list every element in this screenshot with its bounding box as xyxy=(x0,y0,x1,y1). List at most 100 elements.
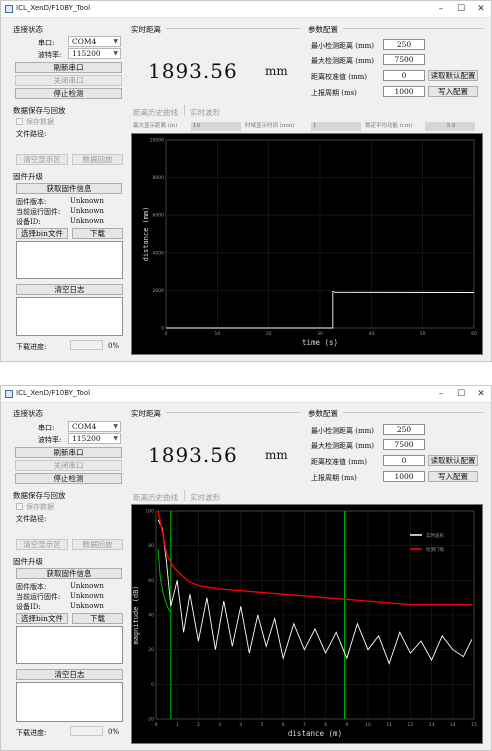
save-data-checkbox[interactable] xyxy=(16,503,23,510)
smooth-label: 稳定平均功能 (cm) xyxy=(365,123,413,129)
running-firmware-value: Unknown xyxy=(70,207,104,215)
tab-wave[interactable]: 实时波形 xyxy=(190,492,220,503)
read-default-button[interactable]: 读取默认配置 xyxy=(428,455,478,466)
chevron-down-icon: ▼ xyxy=(113,423,118,430)
get-firmware-info-button[interactable]: 获取固件信息 xyxy=(16,568,122,579)
firmware-textarea[interactable] xyxy=(16,626,123,664)
y-tick-label: 2000 xyxy=(153,288,165,294)
clear-log-button[interactable]: 清空日志 xyxy=(16,284,123,295)
save-data-label: 保存数据 xyxy=(26,118,54,126)
calibration-input[interactable]: 0 xyxy=(383,455,425,466)
download-button[interactable]: 下载 xyxy=(72,228,123,239)
x-tick-label: 2 xyxy=(197,722,200,728)
save-data-label: 保存数据 xyxy=(26,503,54,511)
distance-history-chart: 0 10 20 30 40 50 60 10000 8000 6000 4000 2000 0 time … xyxy=(131,133,483,355)
port-label: 串口: xyxy=(38,39,55,47)
port-select[interactable]: COM4 ▼ xyxy=(68,36,121,47)
firmware-version-value: Unknown xyxy=(70,582,104,590)
x-tick-label: 8 xyxy=(324,722,327,728)
write-config-button[interactable]: 写入配置 xyxy=(428,86,478,97)
max-distance-input[interactable]: 7500 xyxy=(383,54,425,65)
legend-label: 检测门限 xyxy=(426,546,444,553)
report-period-input[interactable]: 1000 xyxy=(383,471,425,482)
realtime-wave-svg: 0 1 2 3 4 5 6 7 8 9 10 11 12 13 14 15100806040200-20dis… xyxy=(132,509,477,739)
port-select[interactable]: COM4 ▼ xyxy=(68,421,121,432)
realtime-distance-unit: mm xyxy=(265,64,288,78)
log-textarea[interactable] xyxy=(16,297,123,336)
x-tick-label: 50 xyxy=(420,331,426,337)
tab-divider xyxy=(184,105,185,116)
baud-label: 波特率: xyxy=(38,51,62,59)
smooth-input[interactable]: 5.9 xyxy=(425,122,475,131)
replay-button[interactable]: 数据回放 xyxy=(72,539,123,550)
x-tick-label: 30 xyxy=(317,331,323,337)
title-bar: ICL_XenD/F10BY_Tool – ☐ ✕ xyxy=(1,1,491,18)
running-firmware-label: 当前运行固件: xyxy=(16,593,61,601)
plot-param-row: 最大显示距离 (m) 10 时域显示时间 (min) 1 稳定平均功能 (cm)… xyxy=(133,122,483,131)
tab-history[interactable]: 距离历史曲线 xyxy=(133,107,178,118)
select-bin-button[interactable]: 选择bin文件 xyxy=(16,613,68,624)
close-port-button[interactable]: 关闭串口 xyxy=(15,460,122,471)
realtime-distance-value: 1893.56 xyxy=(148,59,238,83)
realtime-group-border xyxy=(166,28,301,29)
min-distance-input[interactable]: 250 xyxy=(383,39,425,50)
calibration-label: 距离校准值 (mm) xyxy=(311,458,367,466)
calibration-input[interactable]: 0 xyxy=(383,70,425,81)
select-bin-button[interactable]: 选择bin文件 xyxy=(16,228,68,239)
max-distance-input[interactable]: 7500 xyxy=(383,439,425,450)
tab-history[interactable]: 距离历史曲线 xyxy=(133,492,178,503)
x-tick-label: 5 xyxy=(261,722,264,728)
x-tick-label: 15 xyxy=(471,722,477,728)
download-button[interactable]: 下载 xyxy=(72,613,123,624)
tab-wave[interactable]: 实时波形 xyxy=(190,107,220,118)
report-period-input[interactable]: 1000 xyxy=(383,86,425,97)
min-distance-input[interactable]: 250 xyxy=(383,424,425,435)
x-tick-label: 1 xyxy=(176,722,179,728)
realtime-group-border xyxy=(166,412,301,413)
y-tick-label: 60 xyxy=(148,578,154,584)
app-icon xyxy=(5,390,13,398)
clear-log-button[interactable]: 清空日志 xyxy=(16,669,123,680)
maximize-button[interactable]: ☐ xyxy=(453,388,469,400)
time-display-input[interactable]: 1 xyxy=(311,122,361,131)
baud-select[interactable]: 115200 ▼ xyxy=(68,433,121,444)
download-progress-value: 0% xyxy=(108,342,120,350)
baud-select[interactable]: 115200 ▼ xyxy=(68,48,121,59)
max-display-distance-input[interactable]: 10 xyxy=(191,122,241,131)
y-tick-label: 0 xyxy=(151,682,154,688)
clear-display-button[interactable]: 清空显示区 xyxy=(16,154,68,165)
stop-detect-button[interactable]: 停止检测 xyxy=(15,88,122,99)
stop-detect-button[interactable]: 停止检测 xyxy=(15,473,122,484)
connect-group-title: 连接状态 xyxy=(13,409,43,418)
refresh-port-button[interactable]: 刷新串口 xyxy=(15,447,122,458)
params-group-title: 参数配置 xyxy=(308,25,338,34)
x-axis-label: distance (m) xyxy=(288,729,342,738)
device-id-label: 设备ID: xyxy=(16,218,41,226)
replay-button[interactable]: 数据回放 xyxy=(72,154,123,165)
y-tick-label: 100 xyxy=(145,509,154,515)
chevron-down-icon: ▼ xyxy=(113,38,118,45)
get-firmware-info-button[interactable]: 获取固件信息 xyxy=(16,183,122,194)
maximize-button[interactable]: ☐ xyxy=(453,3,469,15)
refresh-port-button[interactable]: 刷新串口 xyxy=(15,62,122,73)
y-tick-label: 10000 xyxy=(150,138,164,144)
read-default-button[interactable]: 读取默认配置 xyxy=(428,70,478,81)
log-textarea[interactable] xyxy=(16,682,123,722)
clear-display-button[interactable]: 清空显示区 xyxy=(16,539,68,550)
chevron-down-icon: ▼ xyxy=(113,435,118,442)
baud-label: 波特率: xyxy=(38,436,62,444)
y-tick-label: -20 xyxy=(147,717,154,723)
write-config-button[interactable]: 写入配置 xyxy=(428,471,478,482)
save-group-title: 数据保存与回放 xyxy=(13,106,66,115)
download-progress-label: 下载进度: xyxy=(16,729,47,737)
x-tick-label: 7 xyxy=(303,722,306,728)
save-data-checkbox[interactable] xyxy=(16,118,23,125)
close-button[interactable]: ✕ xyxy=(473,388,489,400)
firmware-textarea[interactable] xyxy=(16,241,123,279)
firmware-version-label: 固件版本: xyxy=(16,583,47,591)
x-tick-label: 4 xyxy=(239,722,242,728)
minimize-button[interactable]: – xyxy=(433,388,449,400)
close-port-button[interactable]: 关闭串口 xyxy=(15,75,122,86)
close-button[interactable]: ✕ xyxy=(473,3,489,15)
minimize-button[interactable]: – xyxy=(433,3,449,15)
